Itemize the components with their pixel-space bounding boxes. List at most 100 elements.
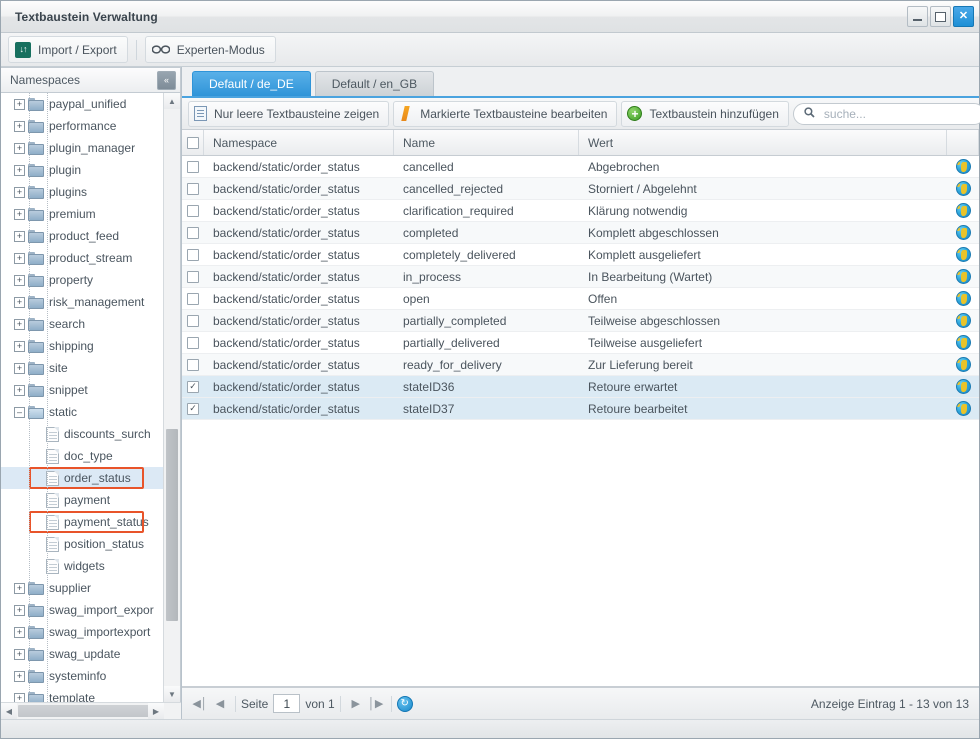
expand-icon[interactable]: + [14, 252, 25, 264]
collapse-left-icon[interactable]: « [157, 70, 176, 90]
row-checkbox[interactable]: ✓ [187, 402, 199, 415]
row-checkbox-cell[interactable] [182, 156, 204, 177]
row-checkbox-cell[interactable] [182, 244, 204, 265]
table-row[interactable]: backend/static/order_status partially_com… [182, 310, 979, 332]
tree-node-plugin[interactable]: + plugin [1, 159, 163, 181]
tree-node-product_feed[interactable]: + product_feed [1, 225, 163, 247]
expand-icon[interactable]: + [14, 340, 25, 352]
tree-node-search[interactable]: + search [1, 313, 163, 335]
row-checkbox-cell[interactable] [182, 288, 204, 309]
table-row[interactable]: backend/static/order_status partially_del… [182, 332, 979, 354]
tree-horizontal-scrollbar[interactable]: ◀ ▶ [1, 702, 181, 719]
show-empty-snippets-button[interactable]: Nur leere Textbausteine zeigen [188, 100, 390, 127]
expand-icon[interactable]: + [14, 296, 25, 308]
namespace-tree[interactable]: + paypal_unified + performance + plugin_manag… [1, 93, 163, 702]
row-checkbox-cell[interactable] [182, 310, 204, 331]
tab-0[interactable]: Default / de_DE [192, 71, 311, 96]
expand-icon[interactable]: + [14, 362, 25, 374]
search-box[interactable] [792, 102, 980, 125]
expand-icon[interactable]: + [14, 208, 25, 220]
tree-node-position_status[interactable]: position_status [1, 533, 163, 555]
table-row[interactable]: backend/static/order_status open Offen [182, 288, 979, 310]
row-checkbox[interactable] [187, 226, 199, 239]
tree-node-paypal_unified[interactable]: + paypal_unified [1, 93, 163, 115]
tree-node-performance[interactable]: + performance [1, 115, 163, 137]
edit-marked-snippets-button[interactable]: Markierte Textbausteine bearbeiten [393, 100, 618, 127]
table-row[interactable]: ✓ backend/static/order_status stateID37 Ret… [182, 398, 979, 420]
row-checkbox[interactable] [187, 358, 199, 371]
scroll-right-icon[interactable]: ▶ [148, 703, 164, 719]
expand-icon[interactable]: + [14, 582, 25, 594]
row-checkbox[interactable] [187, 314, 199, 327]
tree-node-systeminfo[interactable]: + systeminfo [1, 665, 163, 687]
scroll-left-icon[interactable]: ◀ [1, 703, 17, 719]
row-checkbox-cell[interactable] [182, 332, 204, 353]
expand-icon[interactable]: + [14, 230, 25, 242]
tree-node-risk_management[interactable]: + risk_management [1, 291, 163, 313]
tree-node-property[interactable]: + property [1, 269, 163, 291]
select-all-header[interactable] [182, 130, 204, 155]
table-row[interactable]: backend/static/order_status completely_de… [182, 244, 979, 266]
column-header-namespace[interactable]: Namespace [204, 130, 394, 155]
row-checkbox-cell[interactable]: ✓ [182, 398, 204, 419]
tree-scroll-thumb[interactable] [166, 429, 178, 621]
tree-hscroll-thumb[interactable] [18, 705, 162, 717]
first-page-button[interactable]: ◀│ [190, 694, 210, 714]
expand-icon[interactable]: + [14, 274, 25, 286]
row-checkbox-cell[interactable] [182, 200, 204, 221]
table-row[interactable]: backend/static/order_status cancelled_rej… [182, 178, 979, 200]
collapse-icon[interactable]: – [14, 406, 25, 418]
last-page-button[interactable]: │▶ [366, 694, 386, 714]
expand-icon[interactable]: + [14, 604, 25, 616]
row-checkbox[interactable] [187, 204, 199, 217]
expand-icon[interactable]: + [14, 626, 25, 638]
tree-vertical-scrollbar[interactable]: ▲ ▼ [163, 93, 180, 702]
table-row[interactable]: backend/static/order_status in_process In … [182, 266, 979, 288]
column-header-value[interactable]: Wert [579, 130, 947, 155]
tree-node-doc_type[interactable]: doc_type [1, 445, 163, 467]
expand-icon[interactable]: + [14, 120, 25, 132]
row-checkbox-cell[interactable] [182, 266, 204, 287]
tree-node-template[interactable]: + template [1, 687, 163, 702]
expand-icon[interactable]: + [14, 98, 25, 110]
tree-node-swag_update[interactable]: + swag_update [1, 643, 163, 665]
tree-node-plugins[interactable]: + plugins [1, 181, 163, 203]
tree-node-snippet[interactable]: + snippet [1, 379, 163, 401]
expand-icon[interactable]: + [14, 692, 25, 702]
scroll-up-icon[interactable]: ▲ [164, 93, 180, 109]
table-row[interactable]: ✓ backend/static/order_status stateID36 Ret… [182, 376, 979, 398]
tree-node-product_stream[interactable]: + product_stream [1, 247, 163, 269]
add-snippet-button[interactable]: + Textbaustein hinzufügen [621, 100, 789, 127]
row-checkbox[interactable] [187, 292, 199, 305]
expand-icon[interactable]: + [14, 318, 25, 330]
prev-page-button[interactable]: ◀ [210, 694, 230, 714]
tree-node-discounts_surch[interactable]: discounts_surch [1, 423, 163, 445]
expand-icon[interactable]: + [14, 384, 25, 396]
next-page-button[interactable]: ▶ [346, 694, 366, 714]
tree-node-premium[interactable]: + premium [1, 203, 163, 225]
row-checkbox[interactable] [187, 336, 199, 349]
tree-node-payment[interactable]: payment [1, 489, 163, 511]
tree-node-swag_importexport[interactable]: + swag_importexport [1, 621, 163, 643]
row-checkbox[interactable]: ✓ [187, 380, 199, 393]
minimize-button[interactable] [907, 6, 928, 27]
expand-icon[interactable]: + [14, 186, 25, 198]
row-checkbox[interactable] [187, 182, 199, 195]
row-checkbox[interactable] [187, 270, 199, 283]
row-checkbox-cell[interactable] [182, 354, 204, 375]
refresh-icon[interactable]: ↻ [396, 695, 413, 712]
tree-node-shipping[interactable]: + shipping [1, 335, 163, 357]
tab-1[interactable]: Default / en_GB [314, 71, 435, 96]
expand-icon[interactable]: + [14, 670, 25, 682]
maximize-button[interactable] [930, 6, 951, 27]
tree-node-supplier[interactable]: + supplier [1, 577, 163, 599]
expert-mode-button[interactable]: Experten-Modus [144, 36, 276, 63]
expand-icon[interactable]: + [14, 164, 25, 176]
tree-node-order_status[interactable]: order_status [1, 467, 163, 489]
page-number-input[interactable] [273, 694, 301, 713]
import-export-button[interactable]: ↓↑ Import / Export [8, 36, 128, 63]
tree-node-widgets[interactable]: widgets [1, 555, 163, 577]
row-checkbox[interactable] [187, 160, 199, 173]
tree-node-static[interactable]: – static [1, 401, 163, 423]
row-checkbox-cell[interactable] [182, 222, 204, 243]
